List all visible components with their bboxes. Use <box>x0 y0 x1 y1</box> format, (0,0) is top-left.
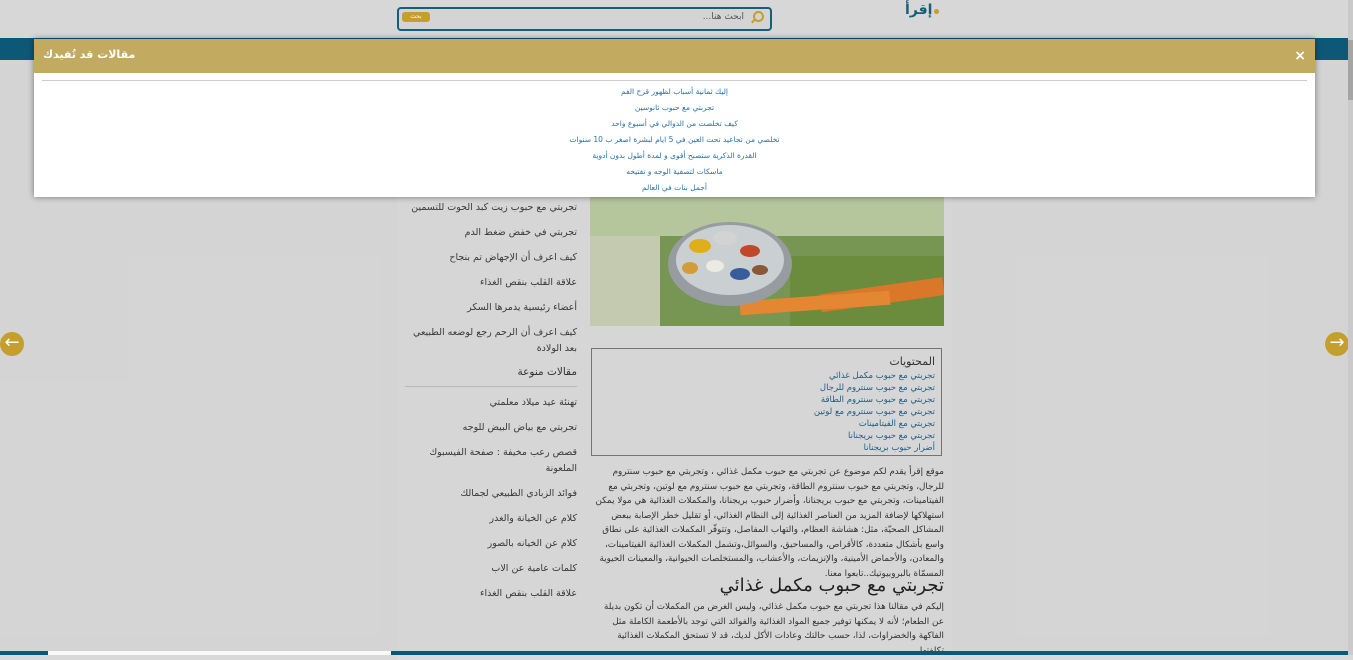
modal-link[interactable]: القدرة الذكرية ستصبح أقوى و لمدة أطول بد… <box>34 148 1315 164</box>
modal-link[interactable]: إليك ثمانية أسباب لظهور قرح الفم <box>34 84 1315 100</box>
close-icon[interactable]: × <box>1294 48 1306 64</box>
related-articles-modal: مقالات قد تُفيدك × إليك ثمانية أسباب لظه… <box>34 39 1315 197</box>
modal-link[interactable]: تخلصي من تجاعيد تحت العين في 5 ايام لبشر… <box>34 132 1315 148</box>
modal-link[interactable]: تجربتي مع حبوب ثانوسين <box>34 100 1315 116</box>
modal-link[interactable]: كيف تخلصت من الدوالي في أسبوع واحد <box>34 116 1315 132</box>
modal-link[interactable]: أجمل بنات في العالم <box>34 180 1315 196</box>
modal-link-list: إليك ثمانية أسباب لظهور قرح الفم تجربتي … <box>34 84 1315 196</box>
modal-link[interactable]: ماسكات لتصفية الوجه و تفتيحه <box>34 164 1315 180</box>
modal-divider <box>42 80 1307 81</box>
modal-title: مقالات قد تُفيدك <box>43 48 136 61</box>
modal-header: مقالات قد تُفيدك × <box>34 39 1315 73</box>
